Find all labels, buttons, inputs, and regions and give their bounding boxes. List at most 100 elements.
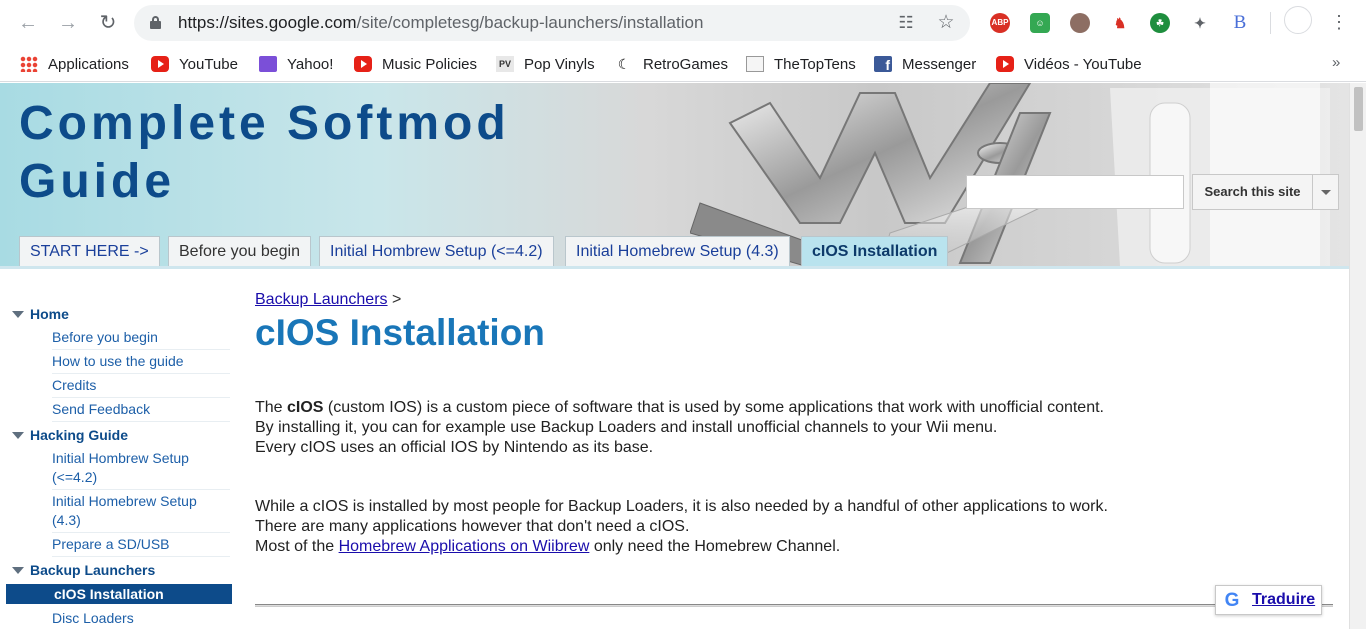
sidebar-item-disc-loaders[interactable]: Disc Loaders: [52, 609, 230, 629]
facebook-icon: f: [874, 56, 892, 73]
bookmark-label: Pop Vinyls: [524, 55, 595, 73]
expand-triangle-icon[interactable]: [12, 432, 24, 439]
header-divider: [0, 266, 1349, 269]
extension-bird-icon[interactable]: ✦: [1190, 13, 1210, 33]
extension-face-icon[interactable]: [1070, 13, 1090, 33]
sidebar-section-label: Home: [30, 306, 69, 322]
bold-term-cios: cIOS: [287, 399, 324, 416]
google-translate-widget[interactable]: G Traduire: [1215, 585, 1322, 615]
url-path: /site/completesg/backup-launchers/instal…: [356, 13, 704, 32]
reload-icon[interactable]: ↻: [95, 10, 121, 36]
tab-initial-hombrew-setup-42[interactable]: Initial Hombrew Setup (<=4.2): [319, 236, 554, 266]
bookmark-label: Yahoo!: [287, 55, 334, 73]
back-arrow-icon[interactable]: ←: [15, 10, 41, 36]
text-run: The: [255, 399, 288, 416]
url-host: https://sites.google.com: [178, 13, 357, 32]
bookmark-thetoptens[interactable]: TheTopTens: [746, 54, 856, 74]
translate-link[interactable]: Traduire: [1252, 591, 1315, 609]
sidebar-item-cios-installation[interactable]: cIOS Installation: [6, 584, 232, 604]
profile-avatar[interactable]: [1284, 6, 1312, 34]
sidebar-item-label: (<=4.2): [52, 469, 98, 485]
bookmark-youtube[interactable]: YouTube: [151, 54, 238, 74]
bookmark-label: YouTube: [179, 55, 238, 73]
bookmark-yahoo[interactable]: Yahoo!: [259, 54, 333, 74]
bookmark-messenger[interactable]: f Messenger: [874, 54, 976, 74]
sidebar-item-prepare-sd-usb[interactable]: Prepare a SD/USB: [52, 535, 230, 557]
paragraph-line: Every cIOS uses an official IOS by Ninte…: [255, 439, 654, 456]
tab-initial-homebrew-setup-43[interactable]: Initial Homebrew Setup (4.3): [565, 236, 790, 266]
text-run: only need the Homebrew Channel.: [589, 538, 841, 555]
toolbar-divider: [1270, 12, 1271, 34]
bookmark-applications[interactable]: Applications: [20, 54, 129, 74]
bookmark-videos-youtube[interactable]: Vidéos - YouTube: [996, 54, 1142, 74]
sidebar-section-home[interactable]: Home: [6, 303, 232, 325]
sidebar-section-label: Hacking Guide: [30, 427, 129, 443]
google-logo-icon: G: [1224, 590, 1240, 611]
sidebar-item-how-to-use[interactable]: How to use the guide: [52, 352, 230, 374]
bookmark-label: TheTopTens: [774, 55, 856, 73]
site-title-line1: Complete Softmod: [19, 97, 510, 150]
apps-icon: [20, 56, 38, 72]
page-scrollbar[interactable]: [1349, 83, 1366, 629]
site-search-input[interactable]: [966, 175, 1184, 209]
yahoo-mail-icon: [259, 56, 277, 72]
tab-before-you-begin[interactable]: Before you begin: [168, 236, 311, 266]
sidebar-item-initial-hombrew-setup[interactable]: Initial Hombrew Setup (<=4.2): [52, 449, 230, 490]
youtube-icon: [996, 56, 1014, 72]
sidebar-item-initial-homebrew-setup[interactable]: Initial Homebrew Setup (4.3): [52, 492, 230, 533]
space-invader-icon: ☾: [617, 56, 631, 72]
bookmark-music-policies[interactable]: Music Policies: [354, 54, 477, 74]
browser-menu-icon[interactable]: ⋮: [1330, 10, 1348, 36]
search-this-site-button[interactable]: Search this site: [1192, 174, 1313, 210]
site-title[interactable]: Complete Softmod Guide: [19, 95, 510, 211]
sidebar-item-label: (4.3): [52, 512, 81, 528]
bookmark-star-icon[interactable]: ☆: [936, 13, 956, 33]
expand-triangle-icon[interactable]: [12, 567, 24, 574]
sidebar-section-label: Backup Launchers: [30, 562, 156, 578]
sidebar-item-send-feedback[interactable]: Send Feedback: [52, 400, 230, 422]
extension-unicorn-icon[interactable]: ♞: [1110, 13, 1130, 33]
bookmark-retrogames[interactable]: ☾ RetroGames: [615, 54, 728, 74]
extension-leaf-icon[interactable]: ☘: [1150, 13, 1170, 33]
search-options-dropdown[interactable]: [1313, 174, 1339, 210]
bookmark-label: Messenger: [902, 55, 977, 73]
extension-b-icon[interactable]: B: [1230, 13, 1250, 33]
extension-green-icon[interactable]: ☺: [1030, 13, 1050, 33]
tab-start-here[interactable]: START HERE ->: [19, 236, 160, 266]
expand-triangle-icon[interactable]: [12, 311, 24, 318]
paragraph-line: There are many applications however that…: [255, 518, 690, 535]
page-title: cIOS Installation: [255, 312, 545, 353]
bookmark-pop-vinyls[interactable]: PV Pop Vinyls: [496, 54, 595, 74]
breadcrumb-link-backup-launchers[interactable]: Backup Launchers: [255, 291, 388, 308]
link-homebrew-applications-wiibrew[interactable]: Homebrew Applications on Wiibrew: [339, 538, 590, 555]
horizontal-rule: [255, 604, 1333, 607]
browser-toolbar: ← → ↻ https://sites.google.com/site/comp…: [0, 0, 1366, 46]
more-bookmarks-button[interactable]: »: [1332, 54, 1340, 71]
sidebar-item-label: Initial Hombrew Setup: [52, 450, 189, 466]
bookmark-label: Vidéos - YouTube: [1024, 55, 1142, 73]
bookmark-label: Applications: [48, 55, 129, 73]
text-run: (custom IOS) is a custom piece of softwa…: [323, 399, 1104, 416]
pop-vinyls-icon: PV: [496, 56, 514, 72]
url-text[interactable]: https://sites.google.com/site/completesg…: [178, 13, 703, 33]
sidebar-item-credits[interactable]: Credits: [52, 376, 230, 398]
site-title-line2: Guide: [19, 155, 176, 208]
sidebar-item-before-you-begin[interactable]: Before you begin: [52, 328, 230, 350]
address-bar[interactable]: https://sites.google.com/site/completesg…: [134, 5, 970, 41]
forward-arrow-icon[interactable]: →: [55, 10, 81, 36]
sidebar-section-backup-launchers[interactable]: Backup Launchers: [6, 559, 232, 581]
adblock-plus-icon[interactable]: ABP: [990, 13, 1010, 33]
sidebar-section-hacking-guide[interactable]: Hacking Guide: [6, 424, 232, 446]
text-run: Most of the: [255, 538, 339, 555]
page-viewport: Complete Softmod Guide Search this site …: [0, 83, 1349, 629]
translate-page-icon[interactable]: ☷: [896, 13, 916, 33]
bookmark-label: RetroGames: [643, 55, 729, 73]
paragraph-line: The cIOS (custom IOS) is a custom piece …: [255, 398, 1104, 418]
scrollbar-thumb[interactable]: [1354, 87, 1363, 131]
breadcrumb: Backup Launchers >: [255, 291, 401, 309]
youtube-icon: [354, 56, 372, 72]
thetoptens-icon: [746, 56, 764, 72]
site-header-banner: Complete Softmod Guide Search this site …: [0, 83, 1349, 266]
site-nav-tabs: START HERE -> Before you begin Initial H…: [0, 233, 1349, 266]
tab-cios-installation[interactable]: cIOS Installation: [801, 236, 949, 266]
